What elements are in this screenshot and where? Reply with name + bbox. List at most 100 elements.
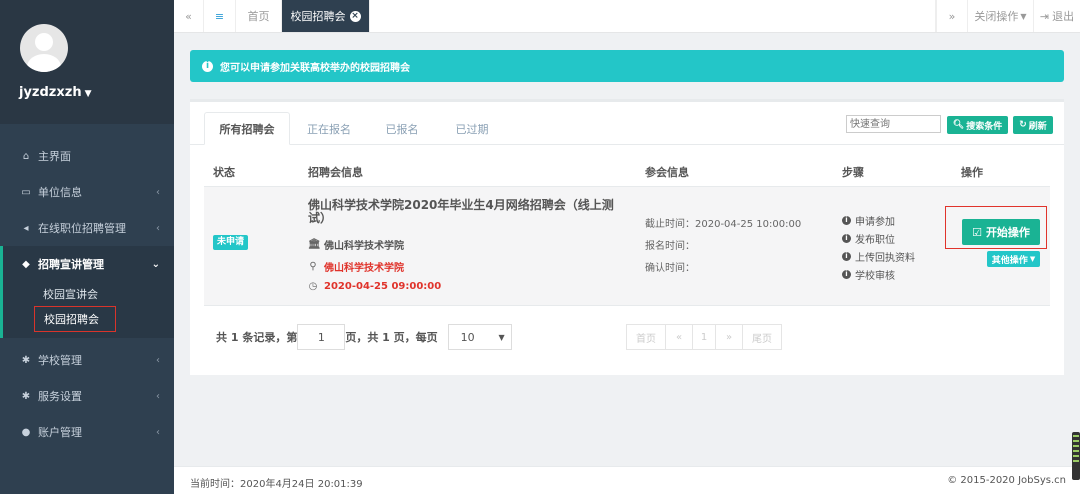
page-size-select[interactable]: 10 ▼ xyxy=(447,324,512,350)
tab-home[interactable]: 首页 xyxy=(236,0,282,32)
participation-deadline: 截止时间：2020-04-25 10:00:00 xyxy=(645,219,802,230)
user-menu[interactable]: jyzdzxzh ▼ xyxy=(19,85,92,100)
page-number-input[interactable] xyxy=(297,324,346,350)
sidebar-item-label: 单位信息 xyxy=(38,186,82,199)
next-page-button[interactable]: » xyxy=(715,324,743,350)
tab-registered[interactable]: 已报名 xyxy=(368,112,436,145)
step-label: 申请参加 xyxy=(855,217,895,228)
start-operation-button[interactable]: ☑ 开始操作 xyxy=(962,219,1040,245)
sidebar-item-home[interactable]: ⌂ 主界面 xyxy=(0,138,174,174)
info-icon: i xyxy=(202,60,213,72)
map-marker-icon: ⚲ xyxy=(309,261,317,272)
pagination-info: 共 1 条记录，第 页，共 1 页，每页 10 ▼ xyxy=(216,324,512,350)
sidebar-item-label: 主界面 xyxy=(38,150,71,163)
header-participation: 参会信息 xyxy=(645,166,689,179)
page-size-value: 10 xyxy=(460,330,475,344)
first-page-button[interactable]: 首页 xyxy=(626,324,666,350)
chevron-left-icon: ‹ xyxy=(156,222,160,234)
search-button[interactable]: 🔍︎ 搜索条件 xyxy=(947,116,1008,134)
caret-down-icon: ▼ xyxy=(1029,255,1036,263)
tab-registering[interactable]: 正在报名 xyxy=(290,112,368,145)
sidebar-item-company-info[interactable]: ▭ 单位信息 ‹ xyxy=(0,174,174,210)
scroll-tabs-right-button[interactable]: » xyxy=(936,0,968,32)
header-status: 状态 xyxy=(213,166,235,179)
info-icon: i xyxy=(842,234,851,243)
chevron-left-icon: ‹ xyxy=(156,390,160,402)
home-icon: ⌂ xyxy=(22,150,30,162)
current-page-button[interactable]: 1 xyxy=(692,324,716,350)
tab-all-fairs[interactable]: 所有招聘会 xyxy=(204,112,290,145)
other-operations-label: 其他操作 xyxy=(991,255,1028,266)
refresh-button-label: 刷新 xyxy=(1028,121,1047,132)
search-icon: 🔍︎ xyxy=(952,120,965,130)
menu-toggle-icon[interactable]: ≡ xyxy=(204,0,236,32)
other-operations-dropdown[interactable]: 其他操作 ▼ xyxy=(987,251,1040,267)
logout-label: 退出 xyxy=(1052,10,1075,23)
tab-area-spacer xyxy=(370,0,936,32)
logout-button[interactable]: ⇥ 退出 xyxy=(1034,0,1080,32)
close-operations-label: 关闭操作 xyxy=(974,10,1019,23)
scroll-handle[interactable] xyxy=(1072,432,1080,480)
prev-page-button[interactable]: « xyxy=(665,324,693,350)
sidebar-subitem-campus-talk[interactable]: 校园宣讲会 xyxy=(3,282,174,306)
step-apply: i 申请参加 xyxy=(842,213,895,228)
fair-time: ◷ 2020-04-25 09:00:00 xyxy=(308,281,442,292)
refresh-icon: ↻ xyxy=(1019,120,1027,130)
footer: 当前时间：2020年4月24日 20:01:39 © 2015-2020 Job… xyxy=(174,466,1080,494)
close-icon[interactable]: × xyxy=(349,10,361,22)
sidebar-item-campus-recruit[interactable]: ◆ 招聘宣讲管理 ⌄ xyxy=(0,246,174,282)
sidebar-nav: ⌂ 主界面 ▭ 单位信息 ‹ ◂ 在线职位招聘管理 ‹ ◆ 招聘宣讲管理 ⌄ xyxy=(0,124,174,282)
scroll-tabs-left-button[interactable]: « xyxy=(174,0,204,32)
sidebar-item-school[interactable]: ✱ 学校管理 ‹ xyxy=(0,342,174,378)
fair-time-text: 2020-04-25 09:00:00 xyxy=(324,281,442,292)
profile: jyzdzxzh ▼ xyxy=(0,0,174,124)
tab-expired[interactable]: 已过期 xyxy=(436,112,508,145)
close-operations-dropdown[interactable]: 关闭操作 ▼ xyxy=(968,0,1034,32)
caret-down-icon: ▼ xyxy=(1020,11,1027,21)
caret-down-icon: ▼ xyxy=(498,332,505,342)
cogs-icon: ✱ xyxy=(21,390,31,402)
logout-icon: ⇥ xyxy=(1039,9,1050,23)
tab-campus-fair[interactable]: 校园招聘会 × xyxy=(282,0,370,32)
clock-icon: ◷ xyxy=(308,281,318,292)
header-steps: 步骤 xyxy=(842,166,864,179)
fair-tabs: 所有招聘会 正在报名 已报名 已过期 xyxy=(204,112,508,145)
sidebar-subitem-campus-fair[interactable]: 校园招聘会 xyxy=(34,306,116,332)
pager-prefix: 共 1 条记录，第 xyxy=(216,331,298,344)
step-school-review: i 学校审核 xyxy=(842,267,895,282)
step-label: 上传回执资料 xyxy=(855,253,915,264)
refresh-button[interactable]: ↻ 刷新 xyxy=(1013,116,1053,134)
username: jyzdzxzh xyxy=(19,85,82,100)
tag-icon: ◆ xyxy=(22,258,30,270)
bullhorn-icon: ◂ xyxy=(23,222,29,234)
sidebar-item-label: 招聘宣讲管理 xyxy=(38,258,104,271)
table-header: 状态 招聘会信息 参会信息 步骤 操作 xyxy=(204,160,1050,186)
status-badge: 未申请 xyxy=(213,235,249,250)
fair-location-text: 佛山科学技术学院 xyxy=(324,263,404,274)
sidebar-item-label: 学校管理 xyxy=(38,354,82,367)
fair-school: 🏛︎ 佛山科学技术学院 xyxy=(308,237,404,252)
edit-icon: ☑ xyxy=(972,225,982,239)
avatar[interactable] xyxy=(20,24,68,72)
participation-confirm-time: 确认时间： xyxy=(645,263,695,274)
table-row: 未申请 佛山科学技术学院2020年毕业生4月网络招聘会（线上测试） 🏛︎ 佛山科学… xyxy=(204,186,1050,306)
user-icon: ● xyxy=(21,426,31,438)
last-page-button[interactable]: 尾页 xyxy=(742,324,782,350)
sidebar-item-account[interactable]: ● 账户管理 ‹ xyxy=(0,414,174,450)
chevron-down-icon: ⌄ xyxy=(151,258,160,270)
pagination: 首页 « 1 » 尾页 xyxy=(626,324,782,350)
fair-title[interactable]: 佛山科学技术学院2020年毕业生4月网络招聘会（线上测试） xyxy=(308,199,630,225)
sidebar-item-service[interactable]: ✱ 服务设置 ‹ xyxy=(0,378,174,414)
quick-search-input[interactable] xyxy=(846,115,941,133)
current-time: 当前时间：2020年4月24日 20:01:39 xyxy=(190,479,363,490)
start-button-label: 开始操作 xyxy=(985,226,1030,239)
step-label: 学校审核 xyxy=(855,271,895,282)
fair-location: ⚲ 佛山科学技术学院 xyxy=(308,259,404,274)
header-fair-info: 招聘会信息 xyxy=(308,166,363,179)
chevron-left-icon: ‹ xyxy=(156,426,160,438)
university-icon: 🏛︎ xyxy=(308,239,321,250)
pager-middle: 页，共 1 页，每页 xyxy=(345,331,438,344)
sidebar-item-job-recruitment[interactable]: ◂ 在线职位招聘管理 ‹ xyxy=(0,210,174,246)
step-publish-jobs: i 发布职位 xyxy=(842,231,895,246)
step-upload-receipt: i 上传回执资料 xyxy=(842,249,915,264)
